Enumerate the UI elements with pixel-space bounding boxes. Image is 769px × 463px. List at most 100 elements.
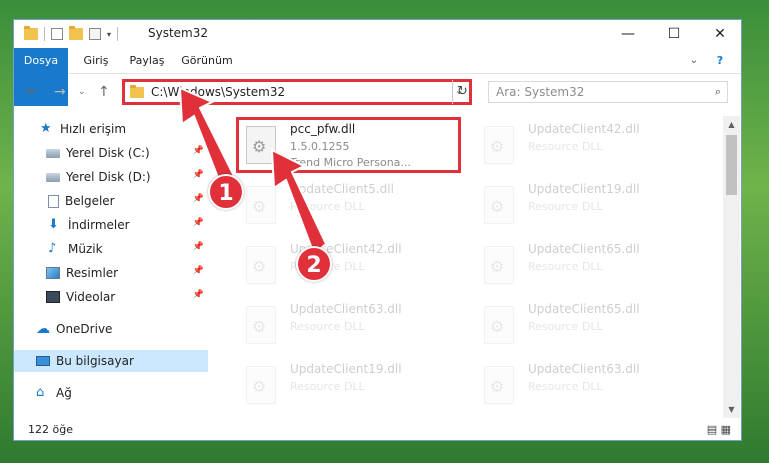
drive-icon [46,148,60,158]
documents-icon [48,194,59,208]
sidebar-item-local-disk-c[interactable]: Yerel Disk (C:) 📌 [14,142,208,164]
sidebar-item-videos[interactable]: Videolar 📌 [14,286,208,308]
star-icon: ★ [40,121,52,136]
step-badge-2: 2 [296,246,332,282]
file-item[interactable]: ⚙ UpdateClient19.dll Resource DLL [236,358,466,416]
sidebar-item-local-disk-d[interactable]: Yerel Disk (D:) 📌 [14,166,208,188]
sidebar-item-label: Yerel Disk (C:) [66,146,150,160]
item-count: 122 öğe [28,423,73,436]
file-name: UpdateClient19.dll [290,362,402,376]
pin-icon[interactable]: 📌 [193,194,204,204]
sidebar-item-documents[interactable]: Belgeler 📌 [14,190,208,212]
file-name: UpdateClient19.dll [528,182,640,196]
file-item[interactable]: ⚙ UpdateClient42.dll Resource DLL [474,118,704,176]
pin-icon[interactable]: 📌 [193,146,204,156]
help-icon[interactable]: ? [710,48,730,74]
search-box[interactable]: Ara: System32 ⌕ [488,81,728,103]
dll-file-icon: ⚙ [246,366,276,404]
pin-icon[interactable]: 📌 [193,242,204,252]
drive-icon [46,172,60,182]
file-description: Resource DLL [290,380,365,393]
sidebar-item-music[interactable]: ♪ Müzik 📌 [14,238,208,260]
sidebar-item-network[interactable]: ⌂ Ağ [14,382,208,404]
network-icon: ⌂ [36,385,45,400]
customize-chevron-icon[interactable]: ▾ [107,30,111,39]
file-name: UpdateClient65.dll [528,242,640,256]
tab-share[interactable]: Paylaş [122,48,172,74]
sidebar-item-this-pc[interactable]: Bu bilgisayar [14,350,208,372]
gear-icon: ⚙ [490,137,505,156]
ribbon-expand-chevron-icon[interactable]: ⌄ [684,48,704,74]
minimize-button[interactable]: — [605,20,651,48]
dll-file-icon: ⚙ [246,306,276,344]
address-bar[interactable]: C:\Windows\System32 ⌄ [122,79,472,105]
scroll-up-icon[interactable]: ▲ [723,116,740,133]
sidebar-item-pictures[interactable]: Resimler 📌 [14,262,208,284]
file-item[interactable]: ⚙ UpdateClient5.dll Resource DLL [236,178,466,236]
pin-icon[interactable]: 📌 [193,218,204,228]
tab-view[interactable]: Görünüm [176,48,238,74]
toolbar-divider [117,27,119,41]
gear-icon: ⚙ [490,257,505,276]
computer-icon [36,356,50,366]
sidebar-item-onedrive[interactable]: ☁ OneDrive [14,318,208,340]
file-item[interactable]: ⚙ UpdateClient65.dll Resource DLL [474,298,704,356]
maximize-button[interactable]: ☐ [651,20,697,48]
sidebar-item-label: Videolar [66,290,116,304]
pin-icon[interactable]: 📌 [193,170,204,180]
file-item[interactable]: ⚙ UpdateClient42.dll Resource DLL [236,238,466,296]
cloud-icon: ☁ [36,321,50,337]
pin-icon[interactable]: 📌 [193,266,204,276]
sidebar-item-label: OneDrive [56,322,113,336]
dll-file-icon: ⚙ [484,306,514,344]
sidebar-item-quick-access[interactable]: ★ Hızlı erişim [14,118,208,140]
gear-icon: ⚙ [252,317,267,336]
gear-icon: ⚙ [490,197,505,216]
scrollbar-thumb[interactable] [726,135,737,195]
vertical-scrollbar[interactable]: ▲ ▼ [723,116,740,418]
new-folder-icon[interactable] [69,26,83,40]
folder-icon [130,85,144,98]
sidebar-item-label: Müzik [68,242,103,256]
file-item[interactable]: ⚙ UpdateClient65.dll Resource DLL [474,238,704,296]
address-path[interactable]: C:\Windows\System32 [151,85,285,99]
sidebar-item-downloads[interactable]: ⬇ İndirmeler 📌 [14,214,208,236]
dll-file-icon: ⚙ [246,186,276,224]
file-item[interactable]: ⚙ UpdateClient63.dll Resource DLL [236,298,466,356]
file-description: Resource DLL [290,320,365,333]
search-icon[interactable]: ⌕ [715,85,721,99]
properties-icon[interactable] [51,28,63,40]
scroll-down-icon[interactable]: ▼ [723,401,740,418]
gear-icon: ⚙ [252,197,267,216]
view-options-icon[interactable] [89,28,101,40]
file-description: Resource DLL [528,320,603,333]
videos-icon [46,291,60,303]
file-item[interactable]: ⚙ UpdateClient19.dll Resource DLL [474,178,704,236]
dll-file-icon: ⚙ [484,126,514,164]
ribbon-tabs: Dosya Giriş Paylaş Görünüm ⌄ ? [14,48,741,106]
tab-home[interactable]: Giriş [74,48,118,74]
close-button[interactable]: ✕ [697,20,741,48]
folder-icon [24,26,38,40]
file-description: Resource DLL [528,380,603,393]
sidebar-item-label: Yerel Disk (D:) [66,170,151,184]
quick-access-toolbar: ▾ [24,26,124,42]
download-icon: ⬇ [48,217,59,232]
forward-arrow-icon[interactable]: → [54,84,66,100]
view-toggle-icons[interactable]: ▤ ▦ [707,423,731,436]
file-highlight-box [236,117,461,173]
recent-locations-chevron-icon[interactable]: ⌄ [78,87,86,97]
music-icon: ♪ [48,241,57,256]
refresh-icon[interactable]: ↻ [452,80,472,104]
dll-file-icon: ⚙ [484,246,514,284]
file-item[interactable]: ⚙ UpdateClient63.dll Resource DLL [474,358,704,416]
file-description: Resource DLL [528,140,603,153]
back-arrow-icon[interactable]: ← [26,84,38,100]
sidebar-item-label: Bu bilgisayar [56,354,134,368]
title-bar: ▾ System32 — ☐ ✕ [14,20,741,48]
search-placeholder: Ara: System32 [496,85,585,99]
sidebar-item-label: Hızlı erişim [60,122,127,136]
pictures-icon [46,267,60,279]
pin-icon[interactable]: 📌 [193,290,204,300]
up-arrow-icon[interactable]: ↑ [98,84,110,100]
